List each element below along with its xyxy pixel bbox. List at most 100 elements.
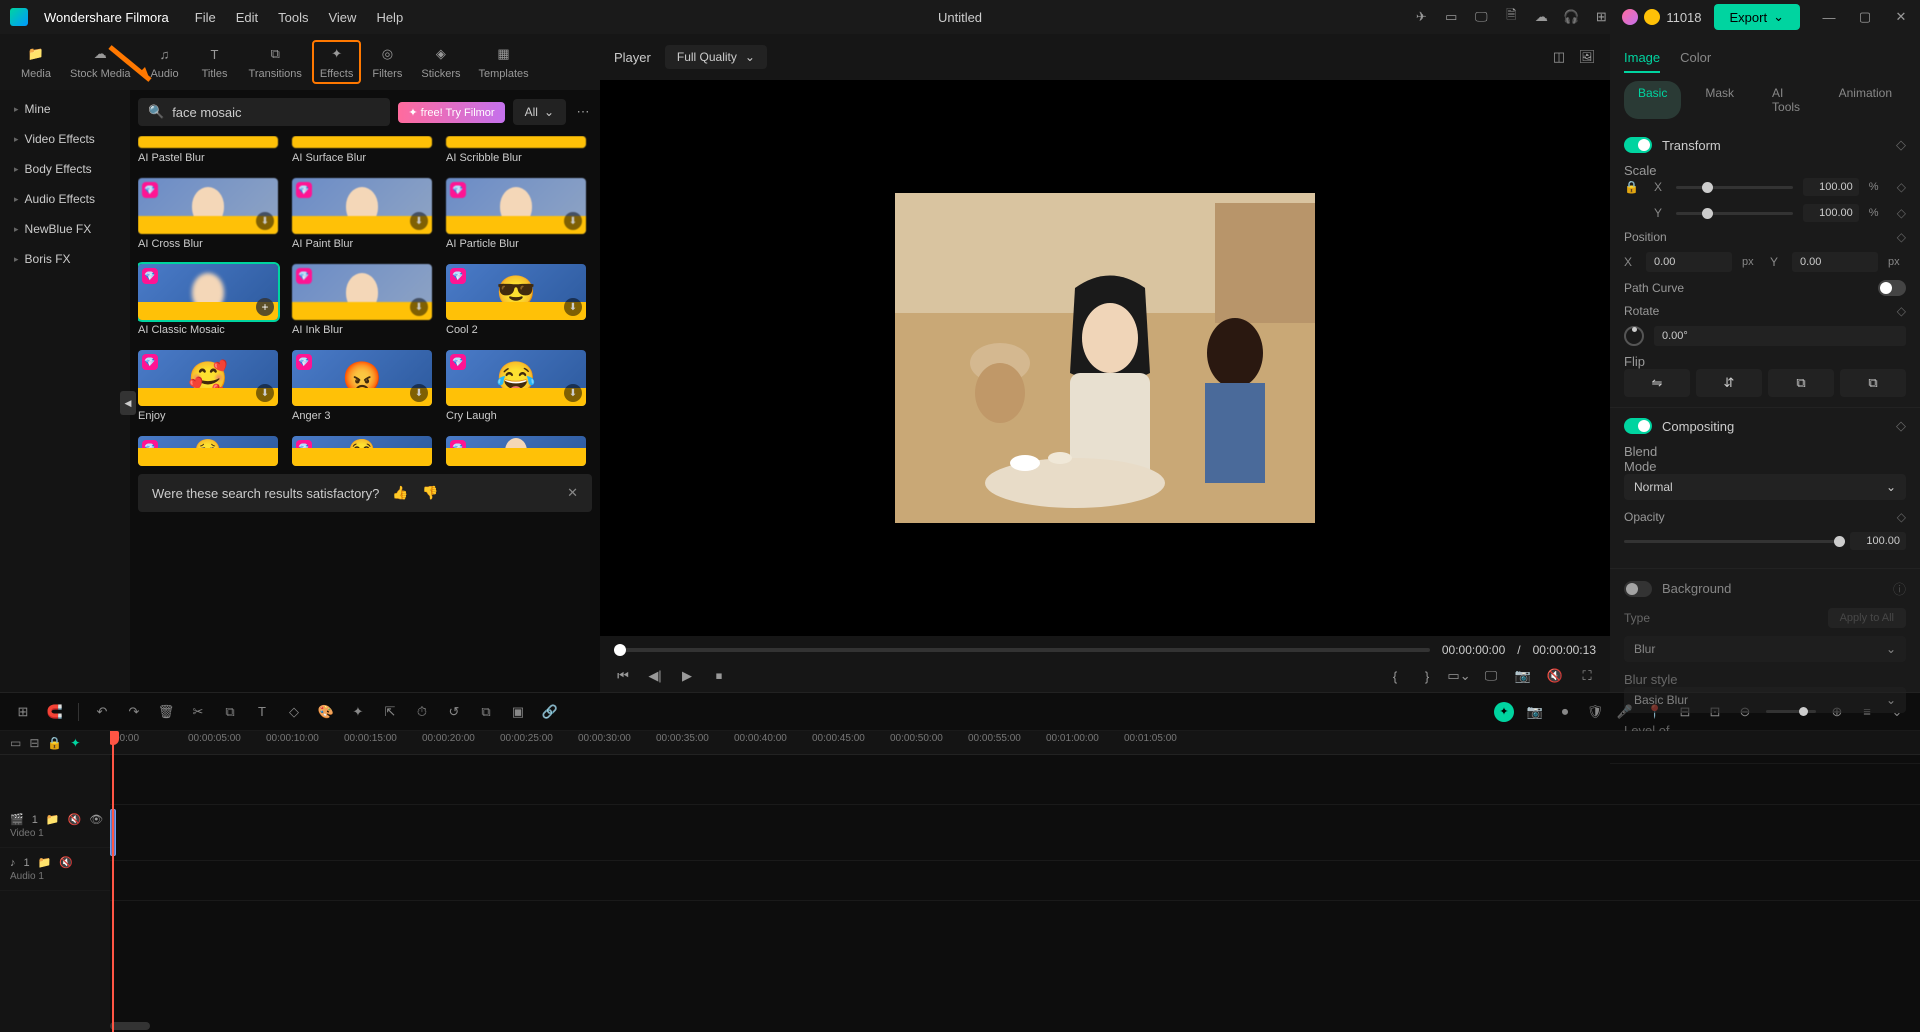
effect-item[interactable]: 💎😡⬇Anger 3 [292, 350, 432, 422]
keyframe-diamond-icon[interactable]: ◇ [1896, 137, 1906, 153]
quality-dropdown[interactable]: Full Quality⌄ [665, 45, 767, 69]
send-icon[interactable]: ✈ [1412, 8, 1430, 26]
eye-icon[interactable]: 👁 [89, 813, 103, 826]
bg-type-dropdown[interactable]: Blur⌄ [1624, 636, 1906, 662]
download-icon[interactable]: ⬇ [256, 384, 274, 402]
scale-y-slider[interactable] [1676, 212, 1793, 215]
mute-icon[interactable]: 🔇 [59, 856, 73, 869]
track-header-video[interactable]: 🎬1📁🔇👁 Video 1 [0, 805, 110, 848]
maximize-icon[interactable]: ▢ [1856, 8, 1874, 26]
effect-item[interactable]: 💎⬇AI Ink Blur [292, 264, 432, 336]
delete-icon[interactable]: 🗑 [157, 703, 175, 721]
track-header-audio[interactable]: ♪1📁🔇 Audio 1 [0, 848, 110, 891]
rotate-input[interactable]: 0.00° [1654, 326, 1906, 346]
track-row-video[interactable] [110, 805, 1920, 861]
close-feedback-button[interactable]: ✕ [567, 485, 578, 501]
flip-copy-button[interactable]: ⧉ [1768, 369, 1834, 397]
magnet-icon[interactable]: 🧲 [46, 703, 64, 721]
sidebar-item-audio-effects[interactable]: Audio Effects [4, 184, 126, 214]
reverse-icon[interactable]: ↺ [445, 703, 463, 721]
shield-icon[interactable]: 🛡 [1586, 703, 1604, 721]
export-clip-icon[interactable]: ⇱ [381, 703, 399, 721]
media-tab-transitions[interactable]: ⧉Transitions [241, 40, 310, 84]
effect-item[interactable]: AI Scribble Blur [446, 136, 586, 164]
zoom-slider[interactable] [1766, 710, 1816, 713]
effect-item[interactable]: 💎😭 [292, 436, 432, 466]
cut-icon[interactable]: ✂ [189, 703, 207, 721]
folder-icon[interactable]: 📁 [46, 813, 60, 826]
media-tab-effects[interactable]: ✦Effects [312, 40, 361, 84]
more-icon[interactable]: ⋯ [574, 103, 592, 121]
prev-icon[interactable]: ⏮ [614, 667, 632, 685]
display-icon[interactable]: 🖵 [1472, 8, 1490, 26]
search-input[interactable] [172, 105, 380, 120]
blend-mode-dropdown[interactable]: Normal⌄ [1624, 474, 1906, 500]
group-icon[interactable]: ▣ [509, 703, 527, 721]
tab-image[interactable]: Image [1624, 44, 1660, 73]
menu-file[interactable]: File [195, 10, 216, 25]
search-box[interactable]: 🔍 [138, 98, 390, 126]
record-icon[interactable]: ⏺ [1556, 703, 1574, 721]
ai-badge-icon[interactable]: ✦ [1494, 702, 1514, 722]
device-icon[interactable]: ▭ [1442, 8, 1460, 26]
apply-to-all-button[interactable]: Apply to All [1828, 608, 1906, 628]
preview-video[interactable] [600, 80, 1610, 636]
keyframe-diamond-icon[interactable]: ◇ [1897, 230, 1906, 244]
keyframe-diamond-icon[interactable]: ◇ [1897, 180, 1906, 194]
effect-item[interactable]: AI Surface Blur [292, 136, 432, 164]
media-tab-audio[interactable]: ♫Audio [141, 40, 189, 84]
link-icon[interactable]: 🔗 [541, 703, 559, 721]
path-curve-toggle[interactable] [1878, 280, 1906, 296]
effect-item[interactable]: 💎 [446, 436, 586, 466]
menu-help[interactable]: Help [376, 10, 403, 25]
speed-icon[interactable]: ⏱ [413, 703, 431, 721]
folder-icon[interactable]: 📁 [38, 856, 52, 869]
media-tab-media[interactable]: 📁Media [12, 40, 60, 84]
effect-item[interactable]: 💎⬇AI Particle Blur [446, 178, 586, 250]
effect-item[interactable]: 💎😂⬇Cry Laugh [446, 350, 586, 422]
step-back-icon[interactable]: ◀| [646, 667, 664, 685]
opacity-value[interactable]: 100.00 [1850, 532, 1906, 550]
progress-handle[interactable] [614, 644, 626, 656]
ratio-icon[interactable]: ▭⌄ [1450, 667, 1468, 685]
rotate-dial[interactable] [1624, 326, 1644, 346]
timeline-tracks[interactable]: 00:00 00:00:05:00 00:00:10:00 00:00:15:0… [110, 731, 1920, 1032]
filter-dropdown[interactable]: All⌄ [513, 99, 566, 125]
media-tab-filters[interactable]: ◎Filters [363, 40, 411, 84]
keyframe-diamond-icon[interactable]: ◇ [1896, 418, 1906, 434]
download-icon[interactable]: ⬇ [410, 384, 428, 402]
save-icon[interactable]: 🗎 [1502, 8, 1520, 26]
menu-edit[interactable]: Edit [236, 10, 258, 25]
subtab-animation[interactable]: Animation [1825, 81, 1906, 119]
mute-icon[interactable]: 🔇 [1546, 667, 1564, 685]
effect-item[interactable]: 💎🥰⬇Enjoy [138, 350, 278, 422]
color-icon[interactable]: 🎨 [317, 703, 335, 721]
download-icon[interactable]: ⬇ [564, 298, 582, 316]
credits[interactable]: 11018 [1622, 9, 1701, 25]
timeline-scrollbar[interactable] [110, 1022, 150, 1030]
timeline-ruler[interactable]: 00:00 00:00:05:00 00:00:10:00 00:00:15:0… [110, 731, 1920, 755]
crop-icon[interactable]: ⧉ [221, 703, 239, 721]
shape-icon[interactable]: ◇ [285, 703, 303, 721]
transform-toggle[interactable] [1624, 137, 1652, 153]
progress-bar[interactable] [614, 648, 1430, 652]
snapshot-icon[interactable]: 📷 [1514, 667, 1532, 685]
subtab-mask[interactable]: Mask [1691, 81, 1748, 119]
track-collapse-icon[interactable]: ⊟ [29, 736, 39, 750]
download-icon[interactable]: ⬇ [256, 212, 274, 230]
play-icon[interactable]: ▶ [678, 667, 696, 685]
media-tab-titles[interactable]: TTitles [191, 40, 239, 84]
apps-icon[interactable]: ⊞ [1592, 8, 1610, 26]
media-tab-stickers[interactable]: ◈Stickers [413, 40, 468, 84]
fullscreen-icon[interactable]: ⛶ [1578, 667, 1596, 685]
sparkle-icon[interactable]: ✦ [349, 703, 367, 721]
thumbs-up-icon[interactable]: 👍 [391, 484, 409, 502]
headphones-icon[interactable]: 🎧 [1562, 8, 1580, 26]
position-x-input[interactable]: 0.00 [1646, 252, 1732, 272]
menu-tools[interactable]: Tools [278, 10, 308, 25]
track-add-icon[interactable]: ▭ [10, 736, 21, 750]
keyframe-diamond-icon[interactable]: ◇ [1897, 304, 1906, 318]
compositing-toggle[interactable] [1624, 418, 1652, 434]
download-icon[interactable]: ⬇ [564, 384, 582, 402]
subtab-basic[interactable]: Basic [1624, 81, 1681, 119]
